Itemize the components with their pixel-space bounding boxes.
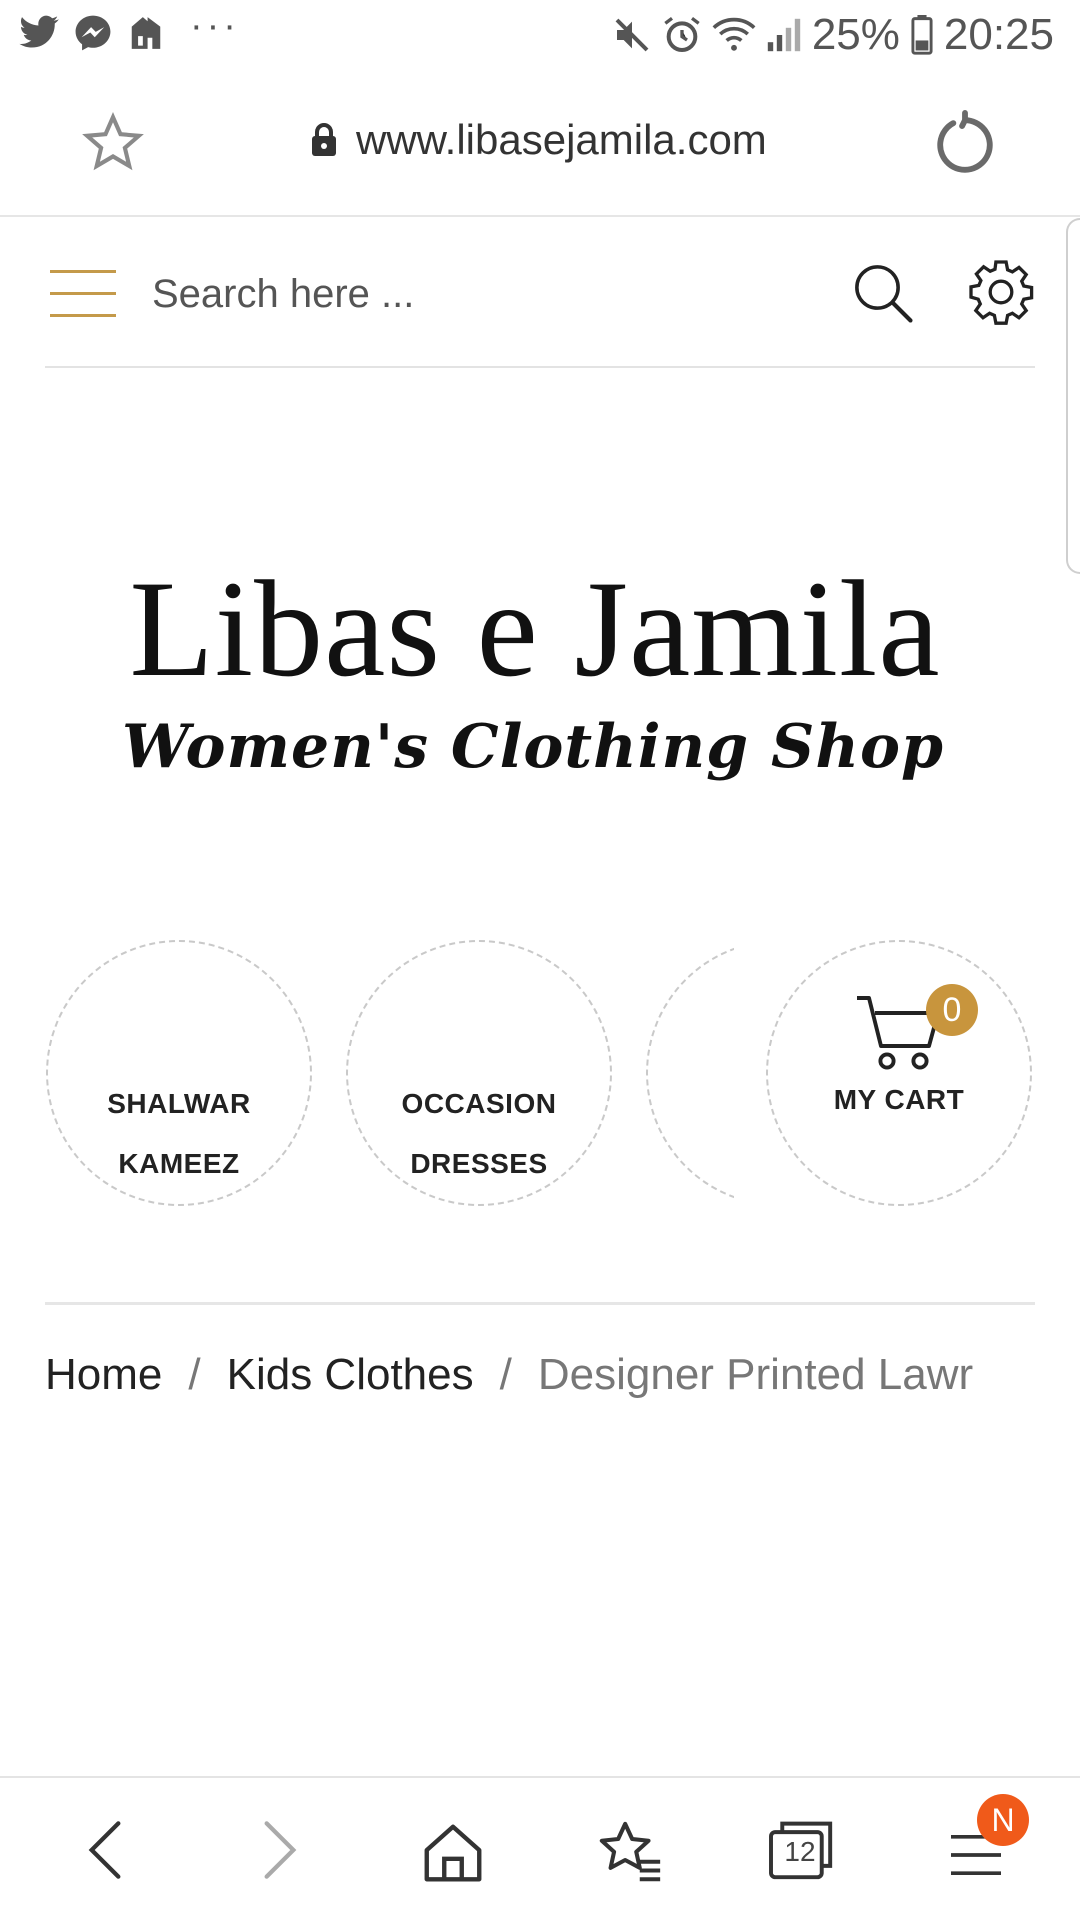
breadcrumb-separator: / bbox=[499, 1350, 512, 1399]
bookmarks-star-list-icon bbox=[599, 1821, 661, 1882]
breadcrumb-category[interactable]: Kids Clothes bbox=[227, 1350, 474, 1399]
search-button[interactable] bbox=[850, 260, 916, 331]
lock-icon bbox=[312, 123, 336, 156]
gear-icon bbox=[969, 260, 1034, 325]
home-button[interactable] bbox=[418, 1818, 488, 1893]
logo-title: Libas e Jamila bbox=[129, 552, 941, 705]
twitter-icon bbox=[19, 15, 59, 48]
bookmarks-button[interactable] bbox=[596, 1818, 666, 1893]
site-header bbox=[45, 218, 1035, 368]
category-occasion-dresses[interactable]: OCCASION DRESSES bbox=[346, 940, 612, 1206]
battery-percent: 25% bbox=[811, 10, 900, 59]
logo-subtitle: Women's Clothing Shop bbox=[122, 712, 944, 782]
url-text: www.libasejamila.com bbox=[356, 116, 767, 163]
menu-notification-badge: N bbox=[977, 1794, 1029, 1846]
signal-icon bbox=[767, 18, 801, 52]
home-app-icon bbox=[131, 17, 161, 49]
more-notifications: ··· bbox=[190, 4, 240, 47]
mute-icon bbox=[615, 18, 649, 52]
category-partial[interactable]: C D bbox=[646, 940, 734, 1206]
star-icon bbox=[82, 112, 144, 171]
breadcrumb-home[interactable]: Home bbox=[45, 1350, 162, 1399]
alarm-icon bbox=[664, 17, 700, 53]
side-panel-handle[interactable] bbox=[1066, 218, 1080, 574]
browser-bottom-nav: 12 N bbox=[0, 1776, 1080, 1922]
address-field[interactable]: www.libasejamila.com bbox=[310, 116, 767, 164]
back-arrow-icon bbox=[88, 1821, 121, 1879]
back-button[interactable] bbox=[80, 1818, 130, 1887]
messenger-icon bbox=[75, 15, 111, 51]
refresh-button[interactable] bbox=[930, 110, 1000, 185]
tab-count: 12 bbox=[784, 1836, 816, 1867]
menu-button[interactable] bbox=[50, 268, 116, 322]
menu-line bbox=[50, 314, 116, 317]
tabs-button[interactable]: 12 bbox=[768, 1818, 836, 1885]
forward-button[interactable] bbox=[255, 1818, 305, 1887]
breadcrumb: Home / Kids Clothes / Designer Printed Lawr bbox=[45, 1350, 1035, 1400]
category-carousel: SHALWAR KAMEEZ OCCASION DRESSES C D MY C… bbox=[0, 940, 1080, 1215]
cart-count-badge: 0 bbox=[926, 984, 978, 1036]
battery-icon bbox=[911, 15, 933, 55]
menu-line bbox=[50, 292, 116, 295]
status-bar: ··· 25% 20:25 bbox=[0, 0, 1080, 80]
cart-label: MY CART bbox=[833, 1084, 965, 1115]
category-label: SHALWAR KAMEEZ bbox=[107, 1088, 251, 1179]
search-input[interactable] bbox=[150, 258, 834, 330]
browser-url-bar: www.libasejamila.com bbox=[0, 80, 1080, 217]
menu-line bbox=[50, 270, 116, 273]
system-status: 25% 20:25 bbox=[612, 10, 1054, 60]
settings-button[interactable] bbox=[965, 256, 1037, 333]
refresh-icon bbox=[937, 110, 993, 173]
home-icon bbox=[424, 1824, 482, 1882]
breadcrumb-current: Designer Printed Lawr bbox=[537, 1350, 974, 1399]
divider bbox=[45, 1302, 1035, 1305]
category-shalwar-kameez[interactable]: SHALWAR KAMEEZ bbox=[46, 940, 312, 1206]
bookmark-star-button[interactable] bbox=[82, 112, 144, 179]
breadcrumb-separator: / bbox=[188, 1350, 201, 1399]
wifi-icon bbox=[712, 17, 756, 51]
category-partial-wrap: C D bbox=[646, 940, 734, 1215]
search-icon bbox=[855, 265, 913, 323]
notification-icons: ··· bbox=[18, 5, 240, 52]
my-cart-button[interactable]: MY CART bbox=[766, 940, 1032, 1206]
site-logo[interactable]: Libas e Jamila Women's Clothing Shop bbox=[0, 552, 1080, 783]
category-label: OCCASION DRESSES bbox=[401, 1088, 557, 1179]
clock: 20:25 bbox=[943, 10, 1054, 59]
forward-arrow-icon bbox=[264, 1821, 297, 1879]
